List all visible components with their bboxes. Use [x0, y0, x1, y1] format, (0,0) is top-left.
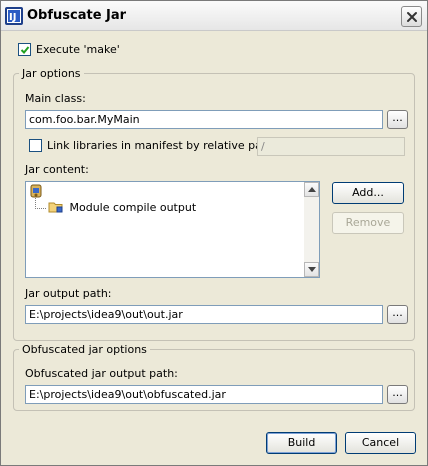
jar-content-label: Jar content: [25, 163, 89, 176]
relative-path-input[interactable]: / [257, 137, 405, 156]
execute-make-checkbox[interactable] [18, 43, 31, 56]
build-button[interactable]: Build [266, 432, 337, 454]
title-bar[interactable]: IJ Obfuscate Jar [1, 1, 427, 31]
scroll-up-button[interactable] [304, 182, 319, 197]
arrow-up-icon [308, 187, 316, 192]
window-title: Obfuscate Jar [27, 8, 127, 23]
tree-connector [35, 198, 47, 209]
jar-output-path-label: Jar output path: [25, 287, 112, 300]
folder-icon [48, 202, 63, 213]
tree-item-module-output[interactable]: Module compile output [48, 200, 196, 214]
obfuscated-output-path-input[interactable]: E:\projects\idea9\out\obfuscated.jar [25, 385, 383, 404]
link-libraries-label[interactable]: Link libraries in manifest by relative p… [47, 139, 277, 152]
close-button[interactable] [401, 6, 422, 27]
scroll-down-button[interactable] [304, 262, 319, 277]
obfuscated-options-title: Obfuscated jar options [19, 343, 150, 356]
main-class-browse-button[interactable]: ... [387, 110, 408, 129]
main-class-input[interactable]: com.foo.bar.MyMain [25, 110, 383, 129]
close-icon [407, 12, 417, 22]
tree-item-label: Module compile output [69, 201, 197, 214]
add-button[interactable]: Add... [332, 182, 404, 204]
obfuscate-jar-dialog: IJ Obfuscate Jar Execute 'make' Jar opti… [0, 0, 428, 466]
main-class-label: Main class: [25, 92, 86, 105]
svg-text:IJ: IJ [9, 12, 16, 23]
jar-root-icon [30, 184, 42, 198]
arrow-down-icon [308, 267, 316, 272]
remove-button[interactable]: Remove [332, 212, 404, 234]
execute-make-label[interactable]: Execute 'make' [36, 43, 120, 56]
jar-content-tree[interactable]: Module compile output [25, 181, 320, 278]
obfuscated-output-path-label: Obfuscated jar output path: [25, 367, 178, 380]
checkmark-icon [20, 46, 30, 54]
jar-output-path-input[interactable]: E:\projects\idea9\out\out.jar [25, 305, 383, 324]
link-libraries-checkbox[interactable] [29, 139, 42, 152]
intellij-app-icon: IJ [5, 7, 23, 25]
obfuscated-output-browse-button[interactable]: ... [387, 385, 408, 404]
jar-options-title: Jar options [19, 67, 84, 80]
jar-output-browse-button[interactable]: ... [387, 305, 408, 324]
jar-content-scrollbar[interactable] [304, 182, 319, 277]
cancel-button[interactable]: Cancel [345, 432, 416, 454]
